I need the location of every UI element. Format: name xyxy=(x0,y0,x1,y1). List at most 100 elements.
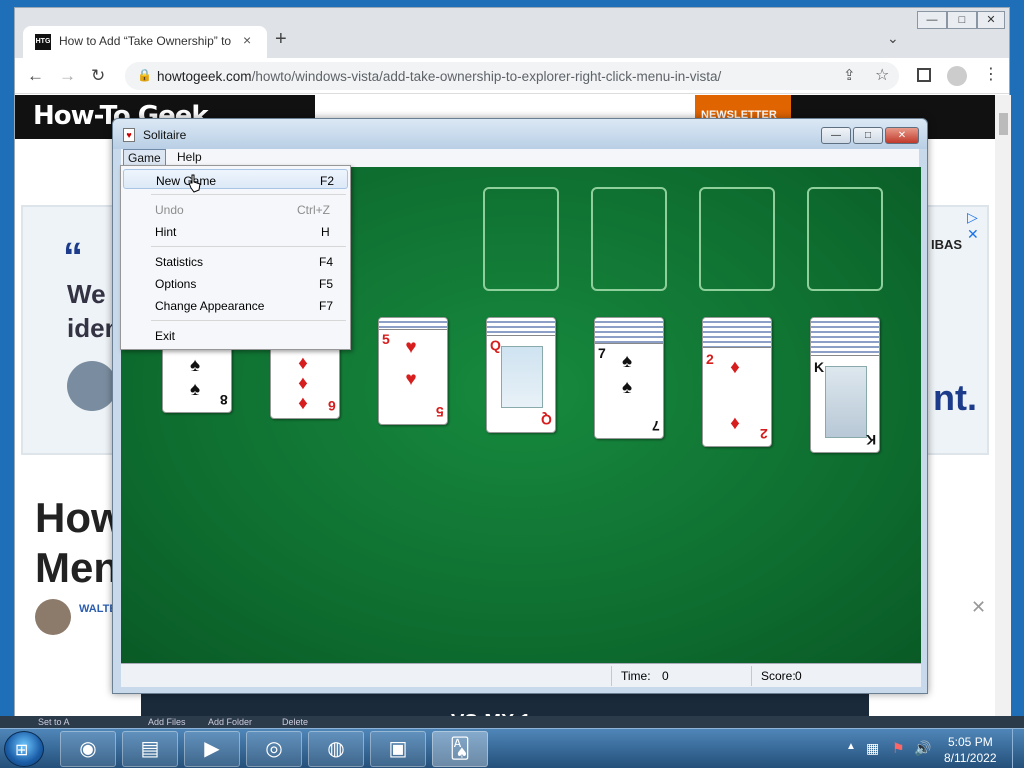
clock-time[interactable]: 5:05 PM xyxy=(948,735,993,749)
share-icon[interactable]: ⇪ xyxy=(843,66,856,84)
taskbar: ⊞ ◉ ▤ ▶ ◎ ◍ ▣ 🂡 ▲ ▦ ⚑ 🔊 5:05 PM 8/11/202… xyxy=(0,728,1024,768)
browser-minimize-button[interactable]: — xyxy=(917,11,947,29)
menu-item-options[interactable]: Options F5 xyxy=(123,273,348,293)
tableau-card[interactable]: ♠ ♠ 8 xyxy=(162,345,232,413)
menu-item-change-appearance[interactable]: Change Appearance F7 xyxy=(123,295,348,315)
menu-item-label: Hint xyxy=(155,225,177,239)
menu-item-statistics[interactable]: Statistics F4 xyxy=(123,251,348,271)
menu-item-exit[interactable]: Exit xyxy=(123,325,348,345)
menu-help[interactable]: Help xyxy=(173,149,206,166)
solitaire-close-button[interactable]: ✕ xyxy=(885,127,919,144)
close-icon[interactable]: ✕ xyxy=(971,597,986,618)
reload-icon[interactable]: ↻ xyxy=(91,66,105,86)
foundation-slot[interactable] xyxy=(699,187,775,291)
browser-menu-icon[interactable]: ⋮ xyxy=(983,64,999,84)
browser-close-button[interactable]: ✕ xyxy=(977,11,1005,29)
foundation-slot[interactable] xyxy=(591,187,667,291)
tableau-card[interactable]: 2 ♦ ♦ 2 xyxy=(702,317,772,447)
delete-button[interactable]: Delete xyxy=(282,717,308,727)
face-down-stack xyxy=(487,318,555,336)
profile-avatar-icon[interactable] xyxy=(947,66,967,86)
menu-separator xyxy=(151,246,346,247)
solitaire-maximize-button[interactable]: □ xyxy=(853,127,883,144)
network-icon[interactable]: ▦ xyxy=(866,740,879,757)
card-suit: ♠ xyxy=(621,351,637,372)
author-avatar xyxy=(35,599,71,635)
tableau-card[interactable]: 7 ♠ ♠ 7 xyxy=(594,317,664,439)
set-to-a-button[interactable]: Set to A xyxy=(38,717,70,727)
card-suit: ♦ xyxy=(298,353,312,374)
tableau-card[interactable]: ♦ ♦ ♦ 6 xyxy=(270,345,340,419)
menu-separator xyxy=(151,320,346,321)
new-tab-icon[interactable]: + xyxy=(275,28,287,51)
tray-expand-icon[interactable]: ▲ xyxy=(846,741,856,752)
card-rank: 6 xyxy=(328,398,336,414)
score-label: Score: xyxy=(761,669,796,683)
volume-icon[interactable]: 🔊 xyxy=(914,740,931,757)
scrollbar-thumb[interactable] xyxy=(999,113,1008,135)
card-rank: Q xyxy=(490,337,501,353)
address-bar[interactable]: 🔒 howtogeek.com/howto/windows-vista/add-… xyxy=(125,62,899,90)
browser-tab[interactable]: HTG How to Add “Take Ownership” to × xyxy=(23,26,267,58)
speaker-taskbar-icon[interactable]: ◍ xyxy=(308,731,364,767)
favicon-icon: HTG xyxy=(35,34,51,50)
bookmark-star-icon[interactable]: ☆ xyxy=(875,65,889,85)
clock-date[interactable]: 8/11/2022 xyxy=(944,751,997,765)
card-suit: ♦ xyxy=(730,357,744,378)
menu-separator xyxy=(151,194,346,195)
king-face-art xyxy=(825,366,867,438)
menu-item-shortcut: F7 xyxy=(319,299,334,313)
start-button[interactable]: ⊞ xyxy=(4,731,44,767)
menu-item-new-game[interactable]: New Game F2 xyxy=(123,169,348,189)
tableau-card[interactable]: K K xyxy=(810,317,880,453)
card-rank: 7 xyxy=(652,418,660,434)
card-rank: 2 xyxy=(760,426,768,442)
foundation-slot[interactable] xyxy=(807,187,883,291)
lock-icon[interactable]: 🔒 xyxy=(137,68,152,82)
card-suit: ♠ xyxy=(621,377,637,398)
card-suit: ♠ xyxy=(189,379,205,400)
url-host: howtogeek.com xyxy=(157,69,252,84)
explorer-taskbar-icon[interactable]: ▤ xyxy=(122,731,178,767)
page-scrollbar[interactable] xyxy=(995,95,1011,728)
time-label: Time: xyxy=(621,669,651,683)
action-center-flag-icon[interactable]: ⚑ xyxy=(892,740,905,757)
menu-item-label: Change Appearance xyxy=(155,299,265,313)
side-panel-icon[interactable] xyxy=(917,68,931,82)
music-taskbar-icon[interactable]: ◎ xyxy=(246,731,302,767)
menu-item-hint[interactable]: Hint H xyxy=(123,221,348,241)
tableau-card[interactable]: Q Q xyxy=(486,317,556,433)
ad-close-icon[interactable]: ▷ ✕ xyxy=(967,209,987,243)
chrome-taskbar-icon[interactable]: ◉ xyxy=(60,731,116,767)
foundation-slot[interactable] xyxy=(483,187,559,291)
back-icon[interactable]: ← xyxy=(27,66,44,86)
system-monitor-taskbar-icon[interactable]: ▣ xyxy=(370,731,426,767)
ad-quote-mark: “ xyxy=(63,235,83,279)
solitaire-app-icon: ♥ xyxy=(123,128,135,142)
close-tab-icon[interactable]: × xyxy=(243,32,251,48)
add-folder-button[interactable]: Add Folder xyxy=(208,717,252,727)
status-separator xyxy=(611,666,612,686)
menu-item-shortcut: H xyxy=(321,225,330,239)
media-player-taskbar-icon[interactable]: ▶ xyxy=(184,731,240,767)
menu-game[interactable]: Game xyxy=(123,149,166,166)
solitaire-titlebar[interactable]: ♥ Solitaire — □ ✕ xyxy=(113,119,927,149)
face-down-stack xyxy=(595,318,663,344)
browser-maximize-button[interactable]: □ xyxy=(947,11,977,29)
face-down-stack xyxy=(703,318,771,348)
solitaire-minimize-button[interactable]: — xyxy=(821,127,851,144)
menu-item-undo[interactable]: Undo Ctrl+Z xyxy=(123,199,348,219)
card-rank: 8 xyxy=(220,392,228,408)
menu-item-label: Exit xyxy=(155,329,176,343)
add-files-button[interactable]: Add Files xyxy=(148,717,186,727)
show-desktop-button[interactable] xyxy=(1012,729,1024,768)
card-suit: ♥ xyxy=(405,337,421,358)
menu-item-shortcut: Ctrl+Z xyxy=(297,203,330,217)
solitaire-taskbar-icon[interactable]: 🂡 xyxy=(432,731,488,767)
tab-search-icon[interactable]: ⌄ xyxy=(887,30,899,47)
menu-item-shortcut: F5 xyxy=(319,277,334,291)
menu-item-shortcut: F4 xyxy=(319,255,334,269)
forward-icon[interactable]: → xyxy=(59,66,76,86)
score-value: 0 xyxy=(795,669,802,683)
tableau-card[interactable]: 5 ♥ ♥ 5 xyxy=(378,317,448,425)
